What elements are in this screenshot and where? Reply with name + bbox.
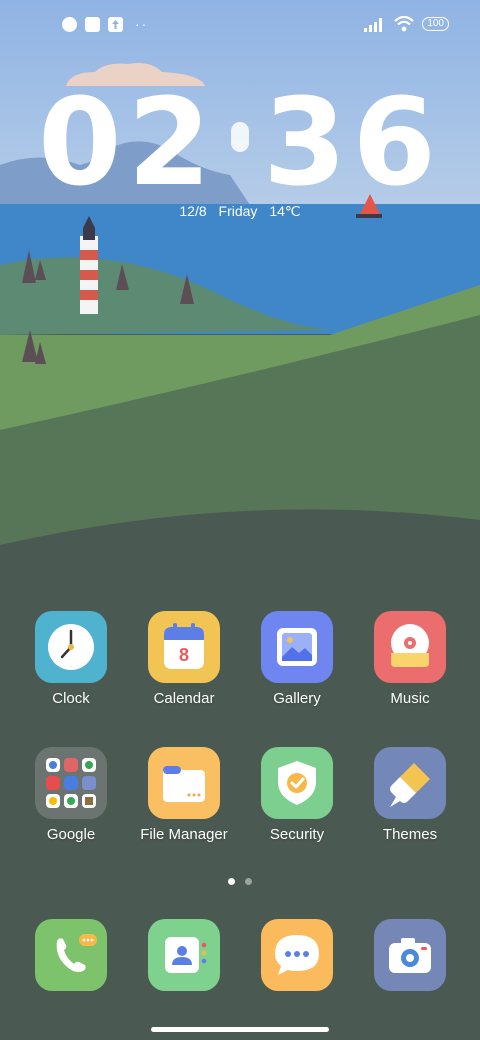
app-security[interactable]: Security [242, 747, 352, 845]
app-label: Security [269, 826, 325, 843]
app-calendar[interactable]: 8 Calendar [129, 611, 239, 709]
app-label: Calendar [153, 690, 215, 707]
app-google-folder[interactable]: Google [16, 747, 126, 845]
wifi-icon [394, 16, 415, 32]
google-folder-icon [35, 747, 107, 819]
app-label: Music [390, 690, 430, 707]
app-label: File Manager [140, 826, 228, 843]
page-dot-2[interactable] [245, 878, 252, 885]
clock-widget-time[interactable]: 02 36 [0, 74, 480, 214]
dock-contacts[interactable] [129, 919, 239, 991]
square-notification-icon [85, 17, 100, 32]
contacts-icon [148, 919, 220, 991]
clock-minutes: 36 [263, 74, 442, 213]
paintbrush-icon [374, 747, 446, 819]
music-icon [374, 611, 446, 683]
upload-icon [108, 17, 123, 32]
app-gallery[interactable]: Gallery [242, 611, 352, 709]
app-label: Gallery [273, 690, 321, 707]
app-file-manager[interactable]: File Manager [129, 747, 239, 845]
app-music[interactable]: Music [355, 611, 465, 709]
page-dot-1[interactable] [228, 878, 235, 885]
notification-icons: ·· [62, 17, 148, 32]
clock-hours: 02 [38, 74, 217, 213]
battery-indicator: 100 [422, 17, 449, 31]
dock-camera[interactable] [355, 919, 465, 991]
home-gesture-bar[interactable] [151, 1027, 329, 1032]
app-label: Clock [52, 690, 90, 707]
calendar-icon: 8 [148, 611, 220, 683]
weekday-text: Friday [218, 203, 258, 219]
folder-icon [148, 747, 220, 819]
weather-temperature: 14℃ [269, 203, 301, 219]
clock-widget-date[interactable]: 12/8 Friday 14℃ [0, 203, 480, 220]
phone-icon [35, 919, 107, 991]
app-themes[interactable]: Themes [355, 747, 465, 845]
calendar-day-badge: 8 [178, 645, 189, 665]
dock-phone[interactable] [16, 919, 126, 991]
dock-messages[interactable] [242, 919, 352, 991]
app-label: Themes [382, 826, 438, 843]
shield-check-icon [261, 747, 333, 819]
app-clock[interactable]: Clock [16, 611, 126, 709]
page-indicator[interactable] [0, 878, 480, 885]
camera-icon [374, 919, 446, 991]
app-label: Google [46, 826, 96, 843]
clock-separator [231, 122, 249, 153]
clock-icon [35, 611, 107, 683]
gallery-icon [261, 611, 333, 683]
signal-bars-icon [364, 18, 383, 32]
messages-icon [261, 919, 333, 991]
status-bar: ·· 100 [0, 0, 480, 56]
date-text: 12/8 [179, 203, 207, 219]
more-notifications-indicator: ·· [135, 16, 149, 32]
system-indicators: 100 [364, 16, 449, 32]
notification-app-icon [62, 17, 77, 32]
